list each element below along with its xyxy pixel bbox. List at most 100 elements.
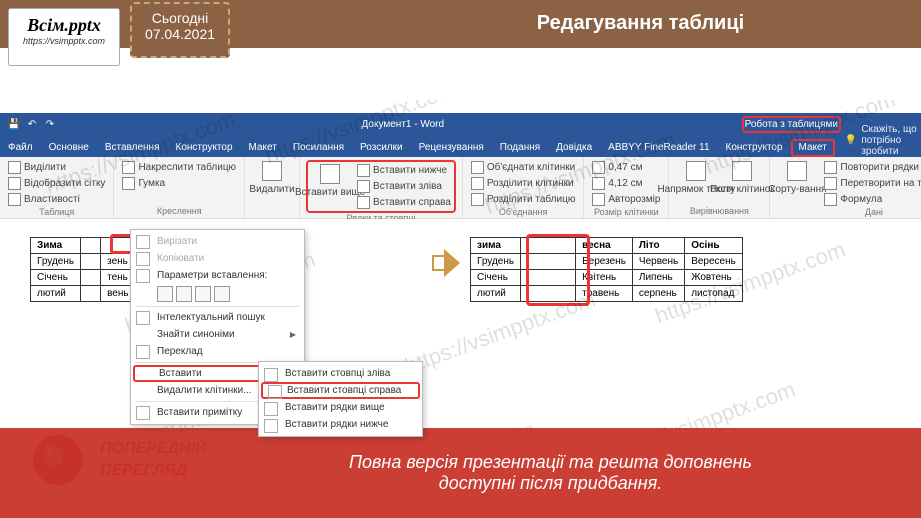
right-table[interactable]: зима весна Літо Осінь ГруденьБерезеньЧер…	[470, 237, 743, 302]
merge-cells-button[interactable]: Об'єднати клітинки	[469, 160, 577, 175]
cut-icon	[136, 235, 150, 249]
repeat-header-button[interactable]: Повторити рядки заголовків	[822, 160, 921, 175]
insert-above-button[interactable]: Вставити вище	[309, 163, 351, 199]
tab-help[interactable]: Довідка	[548, 139, 600, 157]
submenu-cols-right[interactable]: Вставити стовпці справа	[261, 382, 420, 399]
tab-table-design[interactable]: Конструктор	[718, 139, 791, 157]
tab-mailings[interactable]: Розсилки	[352, 139, 411, 157]
table-tools-context: Робота з таблицями	[742, 116, 841, 133]
paste-opt-icon[interactable]	[157, 286, 173, 302]
insert-left-button[interactable]: Вставити зліва	[355, 179, 453, 194]
eraser-icon	[122, 177, 135, 190]
delete-icon	[262, 161, 282, 181]
tab-layout[interactable]: Макет	[241, 139, 285, 157]
tab-home[interactable]: Основне	[41, 139, 97, 157]
ribbon-group-delete: Видалити	[245, 157, 300, 218]
grid-icon	[8, 177, 21, 190]
search-icon	[136, 311, 150, 325]
tab-file[interactable]: Файл	[0, 139, 41, 157]
split-cells-button[interactable]: Розділити клітинки	[469, 176, 577, 191]
row-height-input[interactable]: 0,47 см	[590, 160, 662, 175]
menu-smart-lookup[interactable]: Інтелектуальний пошук	[131, 309, 304, 326]
draw-table-button[interactable]: Накреслити таблицю	[120, 160, 238, 175]
select-icon	[8, 161, 21, 174]
tab-design[interactable]: Конструктор	[168, 139, 241, 157]
text-dir-icon	[686, 161, 706, 181]
ribbon-group-merge: Об'єднати клітинки Розділити клітинки Ро…	[463, 157, 584, 218]
word-window: 💾 ↶ ↷ Документ1 - Word Робота з таблицям…	[0, 113, 921, 413]
overlay-message: Повна версія презентації та решта доповн…	[0, 452, 921, 494]
slide-header: Всім.pptx https://vsimpptx.com Сьогодні …	[0, 0, 921, 78]
paste-opt-icon[interactable]	[195, 286, 211, 302]
ribbon-group-alignment: Напрямок тексту Поля клітинок Вирівнюван…	[669, 157, 770, 218]
tell-me[interactable]: 💡 Скажіть, що потрібно зробити	[845, 124, 921, 157]
tab-abbyy[interactable]: ABBYY FineReader 11	[600, 139, 717, 157]
properties-button[interactable]: Властивості	[6, 192, 107, 207]
sort-button[interactable]: Сорту-вання	[776, 160, 818, 196]
sort-icon	[787, 161, 807, 181]
insert-above-icon	[320, 164, 340, 184]
date-badge: Сьогодні 07.04.2021	[130, 2, 230, 58]
save-icon[interactable]: 💾	[8, 118, 20, 130]
document-area: Зима Осінь ГруденьзеньВересень Січеньтен…	[0, 219, 921, 413]
convert-icon	[824, 177, 837, 190]
tab-review[interactable]: Рецензування	[411, 139, 492, 157]
arrow-icon	[432, 247, 462, 275]
preview-overlay: Повна версія презентації та решта доповн…	[0, 428, 921, 518]
submenu-cols-left[interactable]: Вставити стовпці зліва	[259, 365, 422, 382]
menu-cut[interactable]: Вирізати	[131, 233, 304, 250]
copy-icon	[136, 252, 150, 266]
ribbon-group-rows-cols: Вставити вище Вставити нижче Вставити зл…	[300, 157, 463, 218]
table-row: СіченьКвітеньЛипеньЖовтень	[471, 270, 743, 286]
today-label: Сьогодні	[132, 10, 228, 26]
table-row: лютийтравеньсерпеньлистопад	[471, 286, 743, 302]
merge-icon	[471, 161, 484, 174]
redo-icon[interactable]: ↷	[44, 118, 56, 130]
insert-below-icon	[357, 164, 370, 177]
tab-view[interactable]: Подання	[492, 139, 548, 157]
insert-below-button[interactable]: Вставити нижче	[355, 163, 453, 178]
col-width-input[interactable]: 4,12 см	[590, 176, 662, 191]
paste-opt-icon[interactable]	[214, 286, 230, 302]
tab-insert[interactable]: Вставлення	[97, 139, 168, 157]
comment-icon	[136, 406, 150, 420]
insert-right-icon	[357, 196, 370, 209]
rows-above-icon	[264, 402, 278, 416]
convert-text-button[interactable]: Перетворити на текст	[822, 176, 921, 191]
logo-text: Всім.pptx	[9, 15, 119, 36]
doc-title: Документ1 - Word	[64, 119, 742, 130]
tab-references[interactable]: Посилання	[285, 139, 352, 157]
paste-opt-icon[interactable]	[176, 286, 192, 302]
ribbon-group-table: Виділити Відобразити сітку Властивості Т…	[0, 157, 114, 218]
undo-icon[interactable]: ↶	[26, 118, 38, 130]
cell-margins-button[interactable]: Поля клітинок	[721, 160, 763, 196]
menu-translate[interactable]: Переклад	[131, 343, 304, 360]
props-icon	[8, 193, 21, 206]
formula-button[interactable]: Формула	[822, 192, 921, 207]
height-icon	[592, 161, 605, 174]
submenu-rows-above[interactable]: Вставити рядки вище	[259, 399, 422, 416]
logo-url: https://vsimpptx.com	[9, 36, 119, 46]
autofit-icon	[592, 193, 605, 206]
split-table-button[interactable]: Розділити таблицю	[469, 192, 577, 207]
quick-access-toolbar: 💾 ↶ ↷	[0, 118, 64, 130]
cols-left-icon	[264, 368, 278, 382]
autofit-button[interactable]: Авторозмір	[590, 192, 662, 207]
slide-title: Редагування таблиці	[380, 12, 901, 35]
tab-table-layout[interactable]: Макет	[791, 139, 835, 157]
menu-synonyms[interactable]: Знайти синоніми▶	[131, 326, 304, 343]
select-button[interactable]: Виділити	[6, 160, 107, 175]
logo: Всім.pptx https://vsimpptx.com	[8, 8, 120, 66]
view-gridlines-button[interactable]: Відобразити сітку	[6, 176, 107, 191]
width-icon	[592, 177, 605, 190]
ribbon: Виділити Відобразити сітку Властивості Т…	[0, 157, 921, 219]
menu-copy[interactable]: Копіювати	[131, 250, 304, 267]
delete-button[interactable]: Видалити	[251, 160, 293, 196]
ribbon-group-draw: Накреслити таблицю Гумка Креслення	[114, 157, 245, 218]
paste-icon	[136, 269, 150, 283]
insert-left-icon	[357, 180, 370, 193]
insert-right-button[interactable]: Вставити справа	[355, 195, 453, 210]
submenu-rows-below[interactable]: Вставити рядки нижче	[259, 416, 422, 433]
highlight-box	[526, 234, 590, 306]
eraser-button[interactable]: Гумка	[120, 176, 238, 191]
